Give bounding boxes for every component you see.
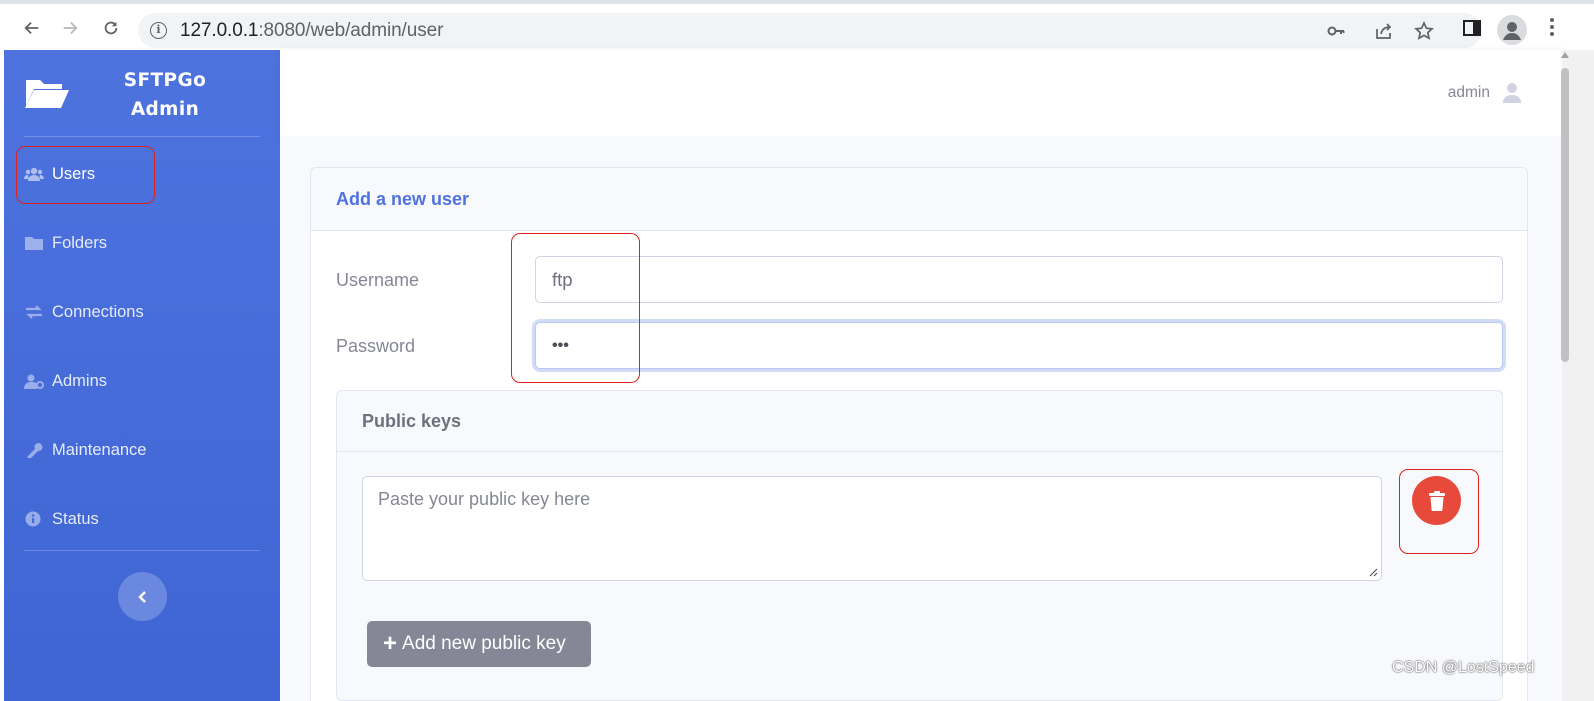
- add-public-key-label: Add new public key: [402, 633, 566, 654]
- user-dropdown[interactable]: admin: [1448, 82, 1522, 104]
- sidebar-item-users[interactable]: Users: [4, 151, 280, 197]
- users-icon: [24, 166, 44, 182]
- sidebar-item-label: Users: [52, 164, 96, 183]
- username-label: Username: [336, 270, 420, 290]
- info-circle-icon: [24, 511, 44, 527]
- add-public-key-button[interactable]: + Add new public key: [367, 621, 591, 667]
- sidebar-item-connections[interactable]: Connections: [4, 289, 280, 335]
- share-icon[interactable]: [1374, 21, 1394, 41]
- sidebar-divider: [24, 550, 260, 551]
- plus-icon: +: [383, 630, 398, 657]
- star-icon[interactable]: [1414, 21, 1434, 41]
- sidebar-brand[interactable]: SFTPGo Admin: [4, 50, 280, 136]
- folder-open-icon: [25, 80, 69, 108]
- watermark-text: CSDN @LostSpeed: [1392, 659, 1535, 676]
- key-icon[interactable]: [1326, 21, 1346, 41]
- password-label: Password: [336, 336, 416, 356]
- site-info-icon[interactable]: i: [150, 22, 167, 39]
- reload-icon[interactable]: [99, 16, 123, 40]
- sidebar-item-label: Admins: [52, 371, 108, 390]
- username-input[interactable]: ftp: [535, 256, 1503, 303]
- sidebar-item-label: Folders: [52, 233, 108, 252]
- browser-tab-strip: [0, 0, 895, 4]
- address-bar[interactable]: i 127.0.0.1:8080/web/admin/user: [138, 13, 1482, 48]
- delete-public-key-button[interactable]: [1412, 476, 1461, 525]
- sidebar: SFTPGo Admin Users Folders Connections A…: [4, 50, 280, 701]
- sidebar-item-folders[interactable]: Folders: [4, 220, 280, 266]
- back-arrow-icon[interactable]: [20, 16, 44, 40]
- forward-arrow-icon[interactable]: [58, 16, 82, 40]
- folder-icon: [24, 235, 44, 251]
- profile-avatar[interactable]: [1497, 15, 1527, 45]
- public-key-placeholder: Paste your public key here: [378, 489, 591, 509]
- chevron-left-icon: [137, 590, 146, 603]
- sidebar-divider: [24, 136, 260, 137]
- sidebar-item-maintenance[interactable]: Maintenance: [4, 427, 280, 473]
- sidebar-item-label: Connections: [52, 302, 144, 321]
- public-keys-title: Public keys: [362, 411, 462, 431]
- browser-toolbar: i 127.0.0.1:8080/web/admin/user: [0, 0, 1594, 50]
- brand-title: SFTPGo Admin: [123, 70, 207, 120]
- topbar: admin: [280, 50, 1562, 136]
- current-user-name: admin: [1447, 84, 1490, 101]
- wrench-icon: [24, 442, 44, 458]
- exchange-icon: [24, 304, 44, 320]
- card-header: Add a new user: [311, 168, 1527, 231]
- side-panel-icon[interactable]: [1461, 17, 1483, 39]
- user-icon: [1503, 83, 1521, 103]
- sidebar-item-status[interactable]: Status: [4, 496, 280, 542]
- sidebar-item-label: Status: [52, 509, 99, 528]
- sidebar-toggle-button[interactable]: [118, 572, 167, 621]
- public-keys-header: Public keys: [337, 391, 1502, 452]
- sidebar-item-admins[interactable]: Admins: [4, 358, 280, 404]
- scroll-up-arrow-icon[interactable]: [1561, 52, 1569, 58]
- address-url: 127.0.0.1:8080/web/admin/user: [180, 20, 444, 41]
- browser-menu-icon[interactable]: [1549, 18, 1555, 38]
- trash-icon: [1428, 490, 1445, 511]
- resize-grip-icon[interactable]: [1368, 567, 1378, 577]
- public-key-textarea[interactable]: Paste your public key here: [362, 476, 1382, 581]
- user-cog-icon: [24, 373, 44, 389]
- page-title: Add a new user: [336, 189, 470, 209]
- browser-tab-strip-right: [1193, 0, 1594, 4]
- password-input[interactable]: •••: [535, 322, 1503, 369]
- sidebar-item-label: Maintenance: [52, 440, 147, 459]
- scrollbar-thumb[interactable]: [1561, 68, 1569, 362]
